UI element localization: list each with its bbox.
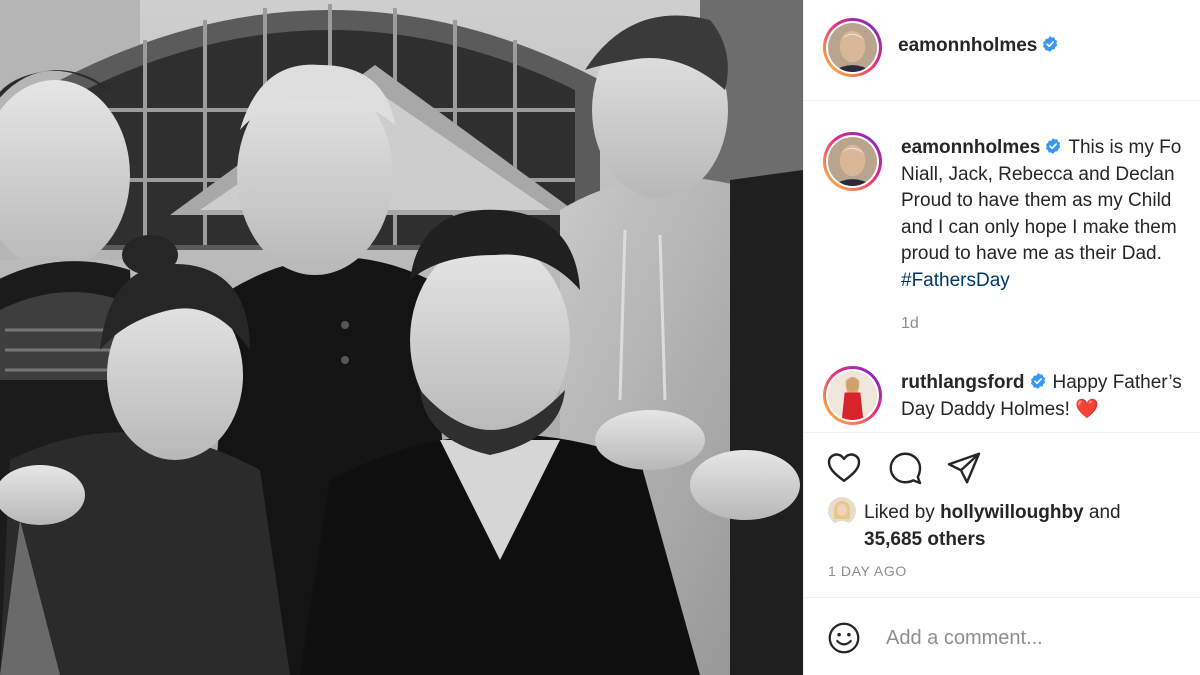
post-panel: eamonnholmes eamonnholmes This is my Fo N… bbox=[803, 0, 1200, 675]
smiley-icon[interactable] bbox=[826, 620, 862, 656]
family-photo-image bbox=[0, 0, 803, 675]
caption-age: 1d bbox=[901, 315, 919, 332]
liker-avatar[interactable] bbox=[828, 497, 856, 525]
comment-text: ruthlangsford Happy Father’s Day Daddy Ho… bbox=[901, 370, 1200, 423]
author-username[interactable]: eamonnholmes bbox=[898, 35, 1037, 56]
commenter-avatar[interactable] bbox=[823, 366, 882, 425]
comment-line: Happy Father’s bbox=[1052, 372, 1182, 393]
verified-badge-icon bbox=[1030, 373, 1045, 389]
liker-avatar-image bbox=[828, 497, 856, 525]
author-username-row: eamonnholmes bbox=[898, 35, 1059, 57]
commenter-avatar-image bbox=[828, 371, 877, 420]
caption-line: proud to have me as their Dad. bbox=[901, 243, 1162, 264]
heart-icon[interactable] bbox=[826, 450, 862, 486]
liked-and-label: and bbox=[1088, 502, 1121, 523]
likes-summary: Liked by hollywilloughby and 35,685 othe… bbox=[828, 497, 1188, 553]
comments-list: eamonnholmes This is my Fo Niall, Jack, R… bbox=[804, 102, 1200, 432]
commenter-username[interactable]: ruthlangsford bbox=[901, 372, 1025, 393]
paper-plane-icon[interactable] bbox=[946, 450, 982, 486]
add-comment-bar bbox=[804, 597, 1200, 675]
comment-bubble-icon[interactable] bbox=[887, 450, 923, 486]
verified-badge-icon bbox=[1043, 36, 1058, 52]
caption-username[interactable]: eamonnholmes bbox=[901, 137, 1040, 158]
caption-line: and I can only hope I make them bbox=[901, 216, 1177, 238]
caption-text: eamonnholmes This is my Fo Niall, Jack, R… bbox=[901, 135, 1200, 294]
caption-avatar-image bbox=[828, 137, 877, 186]
post-photo[interactable] bbox=[0, 0, 803, 675]
comment-line: Day Daddy Holmes! bbox=[901, 398, 1070, 420]
liker-username[interactable]: hollywilloughby bbox=[940, 502, 1084, 523]
author-avatar[interactable] bbox=[823, 18, 882, 77]
post-timestamp[interactable]: 1 DAY AGO bbox=[828, 563, 907, 579]
caption-line: Proud to have them as my Child bbox=[901, 190, 1172, 211]
caption-avatar[interactable] bbox=[823, 132, 882, 191]
hashtag-link[interactable]: #FathersDay bbox=[901, 268, 1200, 295]
likes-count[interactable]: 35,685 others bbox=[864, 529, 985, 550]
verified-badge-icon bbox=[1046, 138, 1061, 154]
liked-by-label: Liked by bbox=[864, 502, 935, 523]
post-header: eamonnholmes bbox=[804, 0, 1200, 101]
red-heart-emoji-icon: ❤️ bbox=[1075, 398, 1099, 420]
caption-line: This is my Fo bbox=[1068, 137, 1182, 158]
author-avatar-image bbox=[828, 23, 877, 72]
post-actions: Liked by hollywilloughby and 35,685 othe… bbox=[804, 432, 1200, 597]
caption-line: Niall, Jack, Rebecca and Declan bbox=[901, 163, 1175, 185]
comment-input[interactable] bbox=[886, 620, 1186, 656]
